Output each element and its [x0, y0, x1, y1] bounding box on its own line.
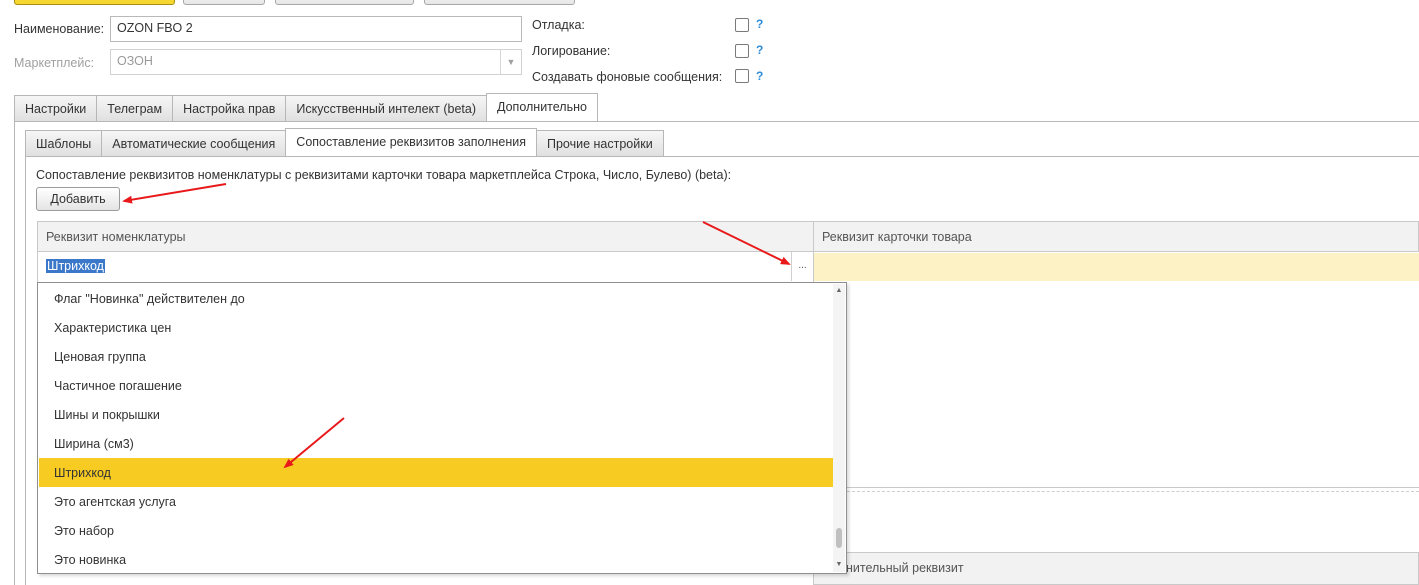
background-messages-label: Создавать фоновые сообщения: — [532, 70, 723, 84]
logging-checkbox[interactable] — [735, 44, 749, 58]
background-messages-checkbox[interactable] — [735, 69, 749, 83]
grid-dashed-line — [847, 491, 1419, 492]
name-label: Наименование: — [14, 22, 105, 36]
tab-rights[interactable]: Настройка прав — [172, 95, 287, 121]
name-field[interactable]: OZON FBO 2 — [110, 16, 522, 42]
dropdown-scrollbar[interactable]: ▲ ▼ — [833, 284, 845, 572]
logging-help-icon[interactable]: ? — [756, 43, 763, 57]
scroll-thumb[interactable] — [836, 528, 842, 548]
list-item[interactable]: Ценовая группа — [39, 342, 834, 371]
tab-telegram[interactable]: Телеграм — [96, 95, 174, 121]
debug-label: Отладка: — [532, 18, 585, 32]
grid-header-nomenclature[interactable]: Реквизит номенклатуры — [37, 221, 814, 252]
list-item[interactable]: Флаг "Новинка" действителен до — [39, 284, 834, 313]
background-help-icon[interactable]: ? — [756, 69, 763, 83]
scroll-down-arrow-icon[interactable]: ▼ — [833, 559, 845, 571]
subtab-field-mapping[interactable]: Сопоставление реквизитов заполнения — [285, 128, 537, 156]
tab-additional[interactable]: Дополнительно — [486, 93, 598, 121]
toolbar-primary-button[interactable] — [14, 0, 175, 5]
debug-checkbox[interactable] — [735, 18, 749, 32]
scroll-up-arrow-icon[interactable]: ▲ — [833, 285, 845, 297]
chevron-down-icon[interactable]: ▼ — [500, 50, 521, 74]
sub-tabs: Шаблоны Автоматические сообщения Сопоста… — [25, 128, 664, 156]
marketplace-label: Маркетплейс: — [14, 56, 95, 70]
grid-bottom-border — [847, 487, 1419, 488]
add-button[interactable]: Добавить — [36, 187, 120, 211]
arrow-to-add-button — [122, 183, 227, 204]
subtab-other-settings[interactable]: Прочие настройки — [535, 130, 664, 156]
name-value: OZON FBO 2 — [117, 21, 193, 35]
list-item[interactable]: Характеристика цен — [39, 313, 834, 342]
mapping-description: Сопоставление реквизитов номенклатуры с … — [36, 168, 732, 182]
subtab-templates[interactable]: Шаблоны — [25, 130, 103, 156]
grid-header-card[interactable]: Реквизит карточки товара — [813, 221, 1419, 252]
marketplace-value: ОЗОН — [117, 54, 153, 68]
main-tabs: Настройки Телеграм Настройка прав Искусс… — [14, 93, 598, 121]
ellipsis-text: ... — [798, 260, 807, 271]
second-grid-header-label: олнительный реквизит — [832, 561, 964, 575]
subtab-auto-messages[interactable]: Автоматические сообщения — [101, 130, 287, 156]
toolbar-button-3[interactable] — [275, 0, 414, 5]
attribute-dropdown-list[interactable]: Флаг "Новинка" действителен до Характери… — [37, 282, 847, 574]
list-item[interactable]: Шины и покрышки — [39, 400, 834, 429]
grid-row-value: Штрихкод — [46, 259, 105, 273]
list-item[interactable]: Частичное погашение — [39, 371, 834, 400]
grid-row-cell-card[interactable] — [814, 253, 1419, 281]
marketplace-field[interactable]: ОЗОН ▼ — [110, 49, 522, 75]
toolbar-button-4[interactable] — [424, 0, 575, 5]
list-item[interactable]: Это новинка — [39, 545, 834, 573]
tab-settings[interactable]: Настройки — [14, 95, 98, 121]
logging-label: Логирование: — [532, 44, 611, 58]
select-ellipsis-button[interactable]: ... — [791, 252, 813, 281]
toolbar-button-2[interactable] — [183, 0, 265, 5]
grid-row-cell-nomenclature[interactable]: Штрихкод ... — [37, 252, 814, 282]
tab-ai[interactable]: Искусственный интелект (beta) — [285, 95, 487, 121]
list-item-selected[interactable]: Штрихкод — [39, 458, 834, 487]
list-item[interactable]: Это набор — [39, 516, 834, 545]
list-item[interactable]: Ширина (см3) — [39, 429, 834, 458]
subtab-panel-border — [25, 156, 26, 585]
tab-panel-border — [14, 121, 15, 585]
debug-help-icon[interactable]: ? — [756, 17, 763, 31]
list-item[interactable]: Это агентская услуга — [39, 487, 834, 516]
second-grid-header-card[interactable]: олнительный реквизит — [813, 552, 1419, 585]
